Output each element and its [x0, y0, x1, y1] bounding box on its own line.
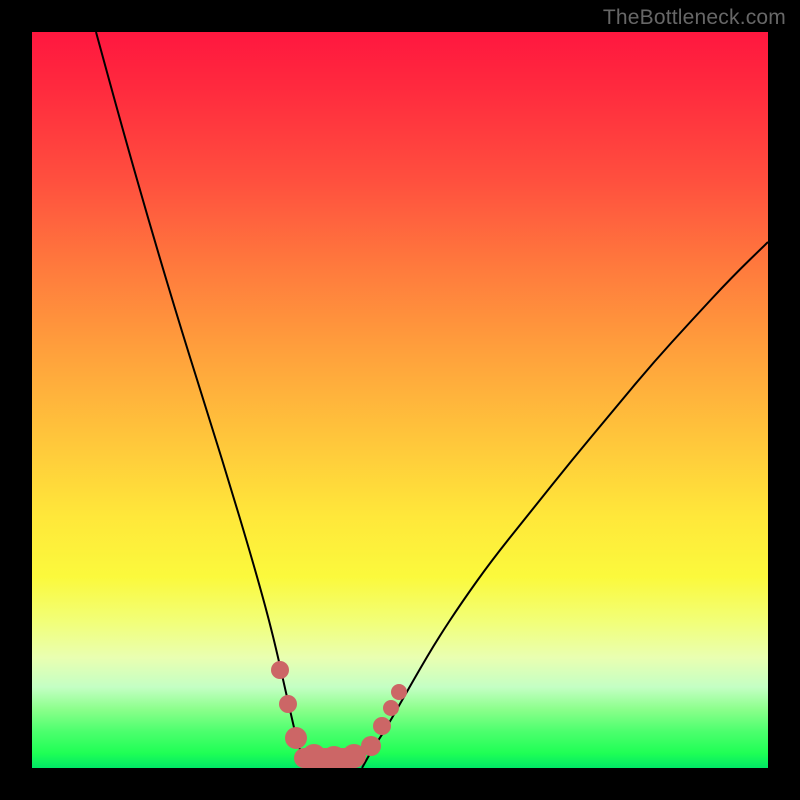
marker-dot-0	[271, 661, 289, 679]
marker-dot-8	[383, 700, 399, 716]
curve-left-branch	[96, 32, 306, 768]
curve-right-branch	[362, 242, 768, 768]
marker-dot-1	[279, 695, 297, 713]
curve-layer	[96, 32, 768, 768]
plot-area	[32, 32, 768, 768]
watermark-text: TheBottleneck.com	[603, 6, 786, 30]
marker-dot-7	[373, 717, 391, 735]
marker-dot-9	[391, 684, 407, 700]
chart-svg	[32, 32, 768, 768]
marker-dot-6	[361, 736, 381, 756]
marker-dot-2	[285, 727, 307, 749]
outer-frame: TheBottleneck.com	[0, 0, 800, 800]
